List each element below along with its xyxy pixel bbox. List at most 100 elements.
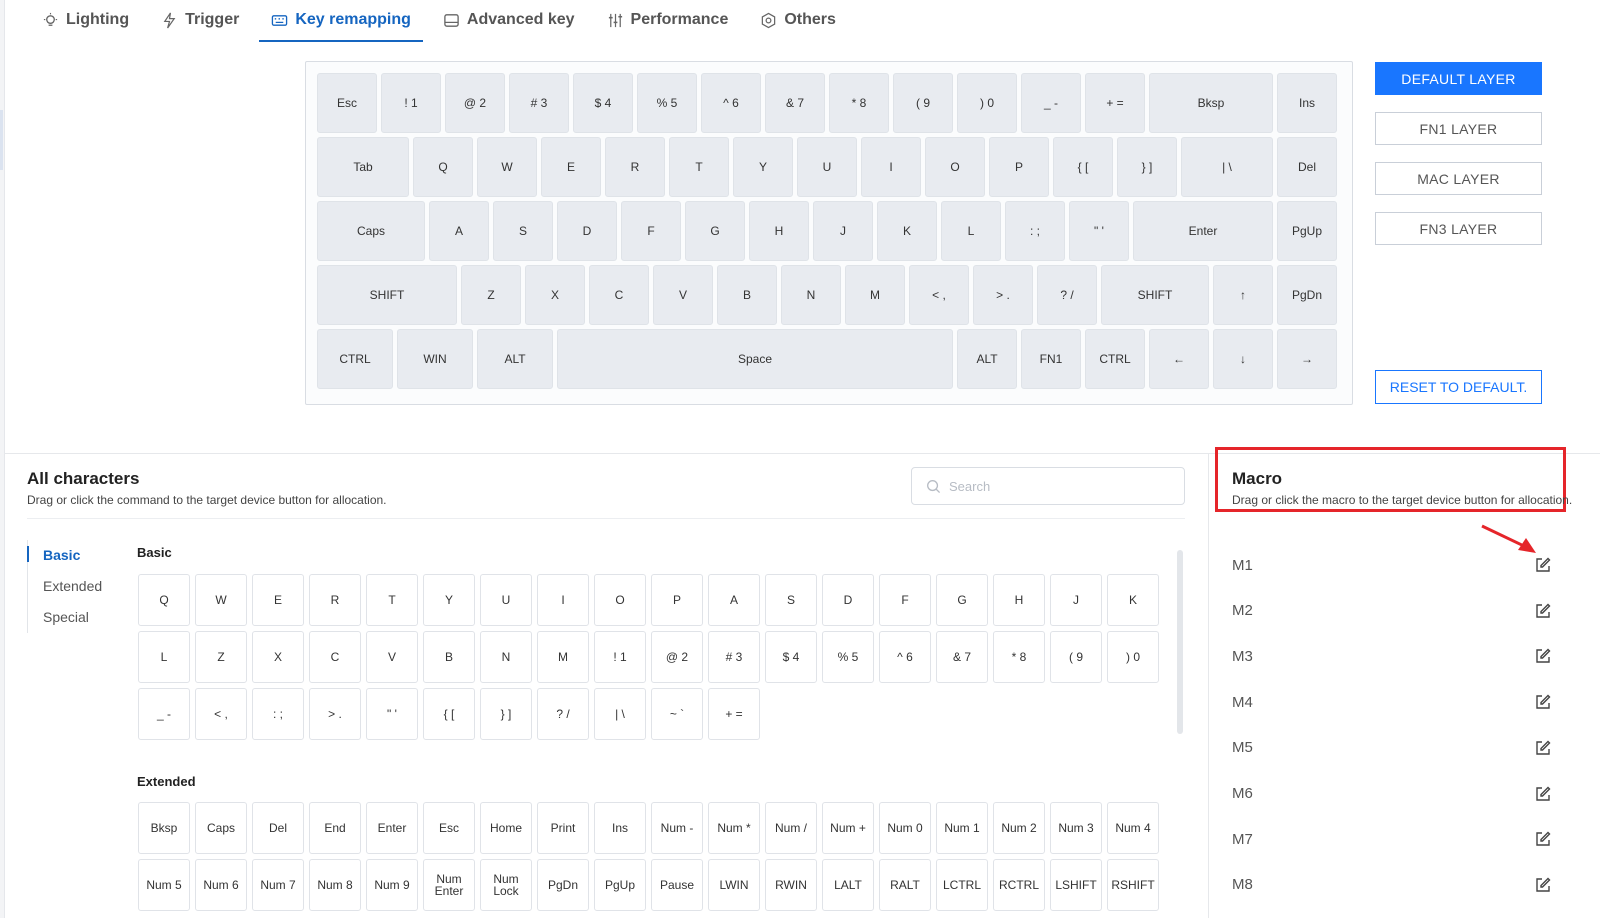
key-5[interactable]: % 5 [637,73,697,133]
char-key-a[interactable]: A [708,574,760,626]
char-key-s[interactable]: S [765,574,817,626]
category-basic[interactable]: Basic [26,540,102,571]
char-key-b[interactable]: B [423,631,475,683]
char-key-lalt[interactable]: LALT [822,859,874,911]
char-key-2[interactable]: @ 2 [651,631,703,683]
key-3[interactable]: # 3 [509,73,569,133]
key-win[interactable]: WIN [397,329,473,389]
edit-icon[interactable] [1534,785,1552,803]
key-m[interactable]: M [845,265,905,325]
fn3-layer-button[interactable]: FN3 LAYER [1375,212,1542,245]
char-key-4[interactable]: $ 4 [765,631,817,683]
char-key-rctrl[interactable]: RCTRL [993,859,1045,911]
char-key-1[interactable]: ! 1 [594,631,646,683]
char-key-home[interactable]: Home [480,802,532,854]
char-key-num[interactable]: Num / [765,802,817,854]
char-key-p[interactable]: P [651,574,703,626]
char-key-symbol[interactable]: " ' [366,688,418,740]
char-key-symbol[interactable]: ? / [537,688,589,740]
char-key-num-8[interactable]: Num 8 [309,859,361,911]
char-key-y[interactable]: Y [423,574,475,626]
key-del[interactable]: Del [1277,137,1337,197]
key-z[interactable]: Z [461,265,521,325]
char-key-u[interactable]: U [480,574,532,626]
char-key-num-1[interactable]: Num 1 [936,802,988,854]
key-shift[interactable]: SHIFT [317,265,457,325]
key-1[interactable]: ! 1 [381,73,441,133]
key-q[interactable]: Q [413,137,473,197]
char-key-num-9[interactable]: Num 9 [366,859,418,911]
char-key-3[interactable]: # 3 [708,631,760,683]
key-space[interactable]: Space [557,329,953,389]
char-key-symbol[interactable]: < , [195,688,247,740]
edit-icon[interactable] [1534,830,1552,848]
key-2[interactable]: @ 2 [445,73,505,133]
char-key-m[interactable]: M [537,631,589,683]
key-v[interactable]: V [653,265,713,325]
char-key-l[interactable]: L [138,631,190,683]
key-symbol[interactable]: ← [1149,329,1209,389]
tab-advanced-key[interactable]: Advanced key [431,0,587,40]
key-4[interactable]: $ 4 [573,73,633,133]
char-key-print[interactable]: Print [537,802,589,854]
char-key-pgup[interactable]: PgUp [594,859,646,911]
default-layer-button[interactable]: DEFAULT LAYER [1375,62,1542,95]
char-key-num-6[interactable]: Num 6 [195,859,247,911]
char-key-k[interactable]: K [1107,574,1159,626]
edit-icon[interactable] [1534,693,1552,711]
key-enter[interactable]: Enter [1133,201,1273,261]
key-symbol[interactable]: ? / [1037,265,1097,325]
char-key-ralt[interactable]: RALT [879,859,931,911]
char-key-symbol[interactable]: _ - [138,688,190,740]
tab-trigger[interactable]: Trigger [149,0,251,40]
macro-item-m8[interactable]: M8 [1232,870,1552,900]
char-key-symbol[interactable]: } ] [480,688,532,740]
char-key-7[interactable]: & 7 [936,631,988,683]
key-ctrl[interactable]: CTRL [317,329,393,389]
char-key-o[interactable]: O [594,574,646,626]
key-7[interactable]: & 7 [765,73,825,133]
char-key-num[interactable]: Num - [651,802,703,854]
char-key-symbol[interactable]: : ; [252,688,304,740]
key-symbol[interactable]: " ' [1069,201,1129,261]
key-c[interactable]: C [589,265,649,325]
key-d[interactable]: D [557,201,617,261]
char-key-d[interactable]: D [822,574,874,626]
char-key-j[interactable]: J [1050,574,1102,626]
key-symbol[interactable]: | \ [1181,137,1273,197]
char-key-num[interactable]: Num * [708,802,760,854]
key-symbol[interactable]: } ] [1117,137,1177,197]
key-n[interactable]: N [781,265,841,325]
char-key-num[interactable]: Num + [822,802,874,854]
key-l[interactable]: L [941,201,1001,261]
char-key-9[interactable]: ( 9 [1050,631,1102,683]
char-key-num-enter[interactable]: Num Enter [423,859,475,911]
key-g[interactable]: G [685,201,745,261]
char-key-6[interactable]: ^ 6 [879,631,931,683]
char-key-esc[interactable]: Esc [423,802,475,854]
char-key-g[interactable]: G [936,574,988,626]
key-j[interactable]: J [813,201,873,261]
category-extended[interactable]: Extended [28,571,102,602]
key-symbol[interactable]: ↑ [1213,265,1273,325]
key-t[interactable]: T [669,137,729,197]
key-w[interactable]: W [477,137,537,197]
char-key-t[interactable]: T [366,574,418,626]
macro-item-m5[interactable]: M5 [1232,733,1552,763]
char-key-f[interactable]: F [879,574,931,626]
key-symbol[interactable]: > . [973,265,1033,325]
char-key-lshift[interactable]: LSHIFT [1050,859,1102,911]
edit-icon[interactable] [1534,876,1552,894]
char-key-r[interactable]: R [309,574,361,626]
key-s[interactable]: S [493,201,553,261]
key-e[interactable]: E [541,137,601,197]
char-key-rshift[interactable]: RSHIFT [1107,859,1159,911]
key-f[interactable]: F [621,201,681,261]
search-input[interactable] [947,477,1171,495]
char-key-pgdn[interactable]: PgDn [537,859,589,911]
edit-icon[interactable] [1534,556,1552,574]
tab-performance[interactable]: Performance [595,0,741,40]
char-key-symbol[interactable]: { [ [423,688,475,740]
char-key-c[interactable]: C [309,631,361,683]
key-0[interactable]: ) 0 [957,73,1017,133]
